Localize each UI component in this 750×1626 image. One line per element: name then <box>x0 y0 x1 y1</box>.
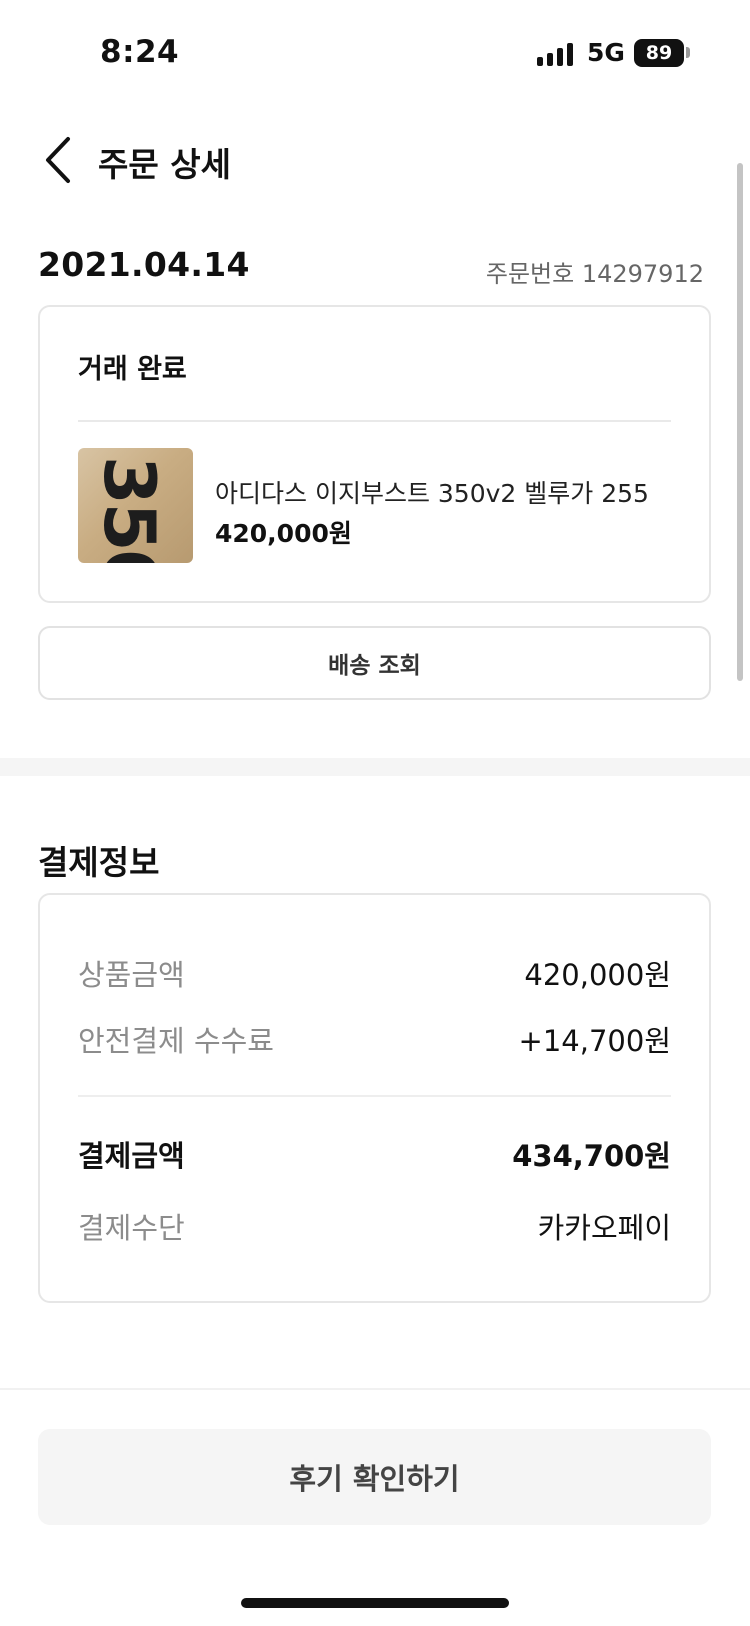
status-bar: 8:24 5G 89 <box>0 0 750 100</box>
payment-value: +14,700원 <box>518 1024 671 1058</box>
section-divider <box>0 758 750 776</box>
status-time: 8:24 <box>100 34 180 70</box>
order-date: 2021.04.14 <box>38 245 250 284</box>
battery-level: 89 <box>645 42 673 64</box>
payment-row-product-amount: 상품금액 420,000원 <box>78 952 671 994</box>
payment-value: 카카오페이 <box>537 1211 671 1245</box>
payment-label: 결제수단 <box>78 1211 185 1245</box>
payment-label: 안전결제 수수료 <box>78 1024 274 1058</box>
payment-label: 결제금액 <box>78 1139 185 1173</box>
payment-row-fee: 안전결제 수수료 +14,700원 <box>78 1018 671 1060</box>
payment-title: 결제정보 <box>38 843 160 882</box>
bottom-divider <box>0 1388 750 1390</box>
divider <box>78 420 671 422</box>
order-card: 거래 완료 350 아디다스 이지부스트 350v2 벨루가 255 420,0… <box>38 305 711 603</box>
payment-label: 상품금액 <box>78 958 185 992</box>
product-name[interactable]: 아디다스 이지부스트 350v2 벨루가 255 <box>215 474 649 510</box>
payment-row-method: 결제수단 카카오페이 <box>78 1205 671 1247</box>
track-delivery-button[interactable]: 배송 조회 <box>38 626 711 700</box>
product-price: 420,000원 <box>215 519 352 548</box>
scrollbar[interactable] <box>737 163 743 681</box>
page-title: 주문 상세 <box>98 145 231 184</box>
network-label: 5G <box>587 38 625 67</box>
order-detail-screen: 8:24 5G 89 주문 상세 2021.04.14 주문번호 1429791… <box>0 0 750 1626</box>
payment-value: 434,700원 <box>512 1139 671 1173</box>
view-review-button[interactable]: 후기 확인하기 <box>38 1429 711 1525</box>
chevron-left-icon <box>46 137 70 183</box>
product-thumbnail[interactable]: 350 <box>78 448 193 563</box>
order-status: 거래 완료 <box>78 354 187 385</box>
battery-icon: 89 <box>634 39 684 67</box>
divider <box>78 1095 671 1097</box>
payment-card: 상품금액 420,000원 안전결제 수수료 +14,700원 결제금액 434… <box>38 893 711 1303</box>
payment-row-total: 결제금액 434,700원 <box>78 1133 671 1175</box>
home-indicator[interactable] <box>241 1598 509 1608</box>
thumbnail-text: 350 <box>88 456 170 563</box>
back-button[interactable] <box>40 135 80 185</box>
payment-value: 420,000원 <box>524 958 671 992</box>
signal-icon <box>537 42 573 66</box>
battery-tip <box>686 47 690 58</box>
order-number: 주문번호 14297912 <box>485 260 704 288</box>
